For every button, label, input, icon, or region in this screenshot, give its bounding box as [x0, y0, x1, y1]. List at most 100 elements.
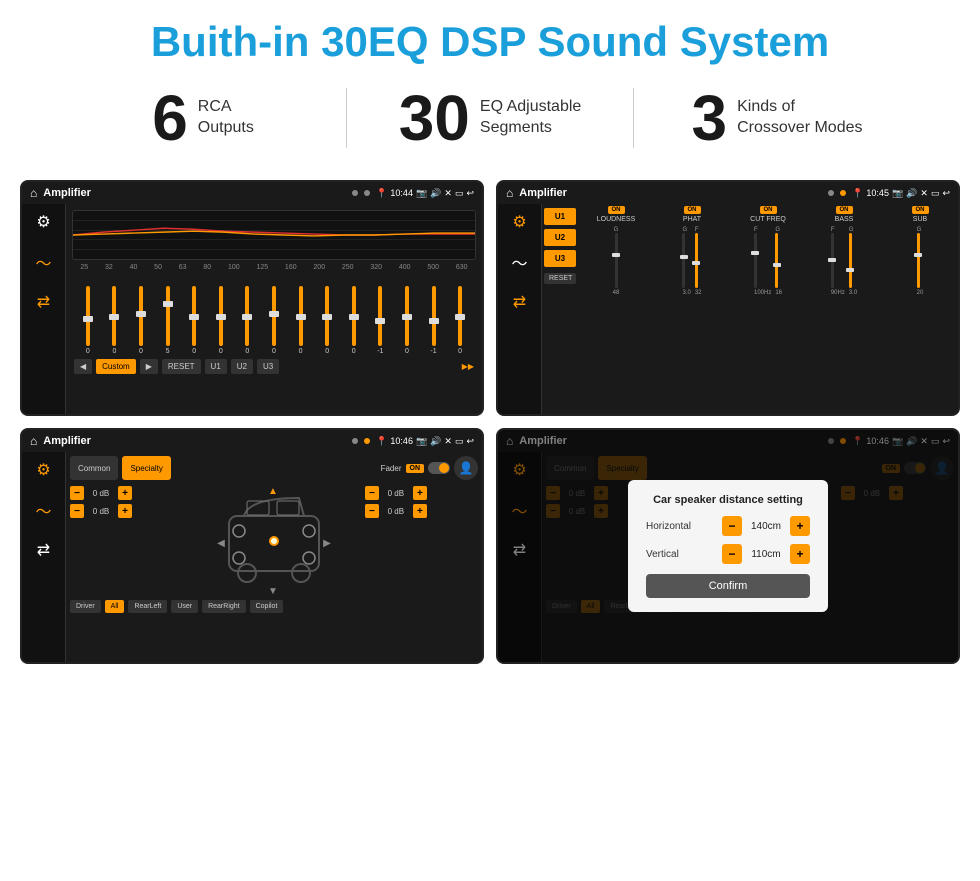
dist-screen-body: ⚙ 〜 ⇄ Common Specialty ON 👤	[498, 452, 958, 662]
stats-row: 6 RCA Outputs 30 EQ Adjustable Segments …	[0, 76, 980, 170]
fader-home-icon[interactable]: ⌂	[30, 434, 37, 448]
eq-slider-col-13[interactable]: -1	[422, 286, 446, 355]
cv-side-icon-3[interactable]: ⇄	[513, 292, 526, 312]
fader-minus-1[interactable]: −	[70, 486, 84, 500]
eq-chart	[72, 210, 476, 260]
cv-preset-u1[interactable]: U1	[544, 208, 576, 225]
fader-on-badge[interactable]: ON	[406, 464, 425, 473]
stat-text-eq: EQ Adjustable Segments	[480, 97, 581, 139]
cv-preset-u3[interactable]: U3	[544, 250, 576, 267]
eq-slider-col-9[interactable]: 0	[315, 286, 339, 355]
eq-vol-icon: 🔊	[430, 188, 441, 199]
eq-slider-track-9[interactable]	[325, 286, 329, 346]
eq-side-icon-2[interactable]: 〜	[35, 250, 51, 274]
cv-home-icon[interactable]: ⌂	[506, 186, 513, 200]
eq-x-icon: ✕	[444, 188, 452, 199]
fader-plus-2[interactable]: +	[118, 504, 132, 518]
page-header: Buith-in 30EQ DSP Sound System	[0, 0, 980, 76]
dialog-horizontal-plus[interactable]: +	[790, 516, 810, 536]
eq-slider-track-0[interactable]	[86, 286, 90, 346]
eq-slider-track-14[interactable]	[458, 286, 462, 346]
eq-slider-thumb-11	[375, 318, 385, 324]
eq-slider-track-4[interactable]	[192, 286, 196, 346]
eq-slider-track-8[interactable]	[299, 286, 303, 346]
eq-u1-btn[interactable]: U1	[205, 359, 227, 374]
eq-slider-val-12: 0	[405, 348, 409, 355]
fader-toggle[interactable]	[428, 462, 450, 474]
cv-preset-u2[interactable]: U2	[544, 229, 576, 246]
fader-tab-specialty[interactable]: Specialty	[122, 456, 170, 480]
fader-side-icon-1[interactable]: ⚙	[36, 460, 50, 480]
eq-slider-track-2[interactable]	[139, 286, 143, 346]
fader-plus-3[interactable]: +	[413, 486, 427, 500]
distance-screen: ⌂ Amplifier 📍 10:46 📷 🔊 ✕ ▭ ↩ ⚙ 〜 ⇄	[496, 428, 960, 664]
fader-side-icon-2[interactable]: 〜	[35, 498, 51, 522]
fader-side-icon-3[interactable]: ⇄	[37, 540, 50, 560]
eq-slider-track-3[interactable]	[166, 286, 170, 346]
eq-u2-btn[interactable]: U2	[231, 359, 253, 374]
eq-slider-col-6[interactable]: 0	[236, 286, 260, 355]
eq-slider-col-11[interactable]: -1	[369, 286, 393, 355]
eq-slider-track-11[interactable]	[378, 286, 382, 346]
eq-slider-col-7[interactable]: 0	[262, 286, 286, 355]
eq-slider-col-2[interactable]: 0	[129, 286, 153, 355]
eq-u3-btn[interactable]: U3	[257, 359, 279, 374]
eq-slider-track-5[interactable]	[219, 286, 223, 346]
dialog-horizontal-minus[interactable]: −	[722, 516, 742, 536]
eq-slider-track-13[interactable]	[432, 286, 436, 346]
fader-btn-driver[interactable]: Driver	[70, 600, 101, 613]
cv-reset-btn[interactable]: RESET	[544, 273, 576, 284]
cv-side-icon-1[interactable]: ⚙	[512, 212, 526, 232]
stat-text-crossover: Kinds of Crossover Modes	[737, 97, 862, 139]
eq-slider-col-10[interactable]: 0	[342, 286, 366, 355]
eq-slider-track-1[interactable]	[112, 286, 116, 346]
fader-plus-4[interactable]: +	[413, 504, 427, 518]
fader-tab-common[interactable]: Common	[70, 456, 118, 480]
cv-side-icon-2[interactable]: 〜	[511, 250, 527, 274]
eq-slider-track-6[interactable]	[245, 286, 249, 346]
eq-reset-btn[interactable]: RESET	[162, 359, 201, 374]
fader-app-title: Amplifier	[43, 435, 346, 447]
dialog-confirm-button[interactable]: Confirm	[646, 574, 810, 598]
eq-slider-track-7[interactable]	[272, 286, 276, 346]
eq-slider-col-0[interactable]: 0	[76, 286, 100, 355]
fader-minus-3[interactable]: −	[365, 486, 379, 500]
eq-slider-col-14[interactable]: 0	[448, 286, 472, 355]
fader-btn-copilot[interactable]: Copilot	[250, 600, 284, 613]
fader-screen-body: ⚙ 〜 ⇄ Common Specialty Fader ON	[22, 452, 482, 662]
fader-minus-2[interactable]: −	[70, 504, 84, 518]
eq-next-btn[interactable]: ▶	[140, 359, 158, 374]
cv-back-icon: ↩	[942, 188, 950, 199]
eq-slider-thumb-2	[136, 311, 146, 317]
fader-btn-rearright[interactable]: RearRight	[202, 600, 246, 613]
eq-slider-col-12[interactable]: 0	[395, 286, 419, 355]
eq-side-icon-1[interactable]: ⚙	[36, 212, 50, 232]
eq-bottom-bar[interactable]: ◀ Custom ▶ RESET U1 U2 U3 ▶▶	[72, 359, 476, 374]
eq-slider-thumb-12	[402, 314, 412, 320]
eq-slider-col-8[interactable]: 0	[289, 286, 313, 355]
dialog-vertical-minus[interactable]: −	[722, 544, 742, 564]
eq-preset-btn[interactable]: Custom	[96, 359, 136, 374]
eq-slider-col-5[interactable]: 0	[209, 286, 233, 355]
eq-slider-col-1[interactable]: 0	[103, 286, 127, 355]
fader-minus-4[interactable]: −	[365, 504, 379, 518]
dialog-vertical-ctrl: − 110cm +	[722, 544, 810, 564]
home-icon[interactable]: ⌂	[30, 186, 37, 200]
eq-slider-col-3[interactable]: 5	[156, 286, 180, 355]
fader-main-area: Common Specialty Fader ON 👤	[66, 452, 482, 662]
eq-slider-val-6: 0	[245, 348, 249, 355]
distance-dialog-overlay: Car speaker distance setting Horizontal …	[498, 430, 958, 662]
dialog-vertical-plus[interactable]: +	[790, 544, 810, 564]
eq-side-icon-3[interactable]: ⇄	[37, 292, 50, 312]
eq-slider-track-10[interactable]	[352, 286, 356, 346]
fader-plus-1[interactable]: +	[118, 486, 132, 500]
fader-btn-user[interactable]: User	[171, 600, 198, 613]
fader-db-val-4: 0 dB	[382, 507, 410, 516]
cv-screen-body: ⚙ 〜 ⇄ U1 U2 U3 RESET ON LOUDNESS	[498, 204, 958, 414]
fader-btn-rearleft[interactable]: RearLeft	[128, 600, 167, 613]
fader-btn-all[interactable]: All	[105, 600, 125, 613]
eq-prev-btn[interactable]: ◀	[74, 359, 92, 374]
eq-slider-col-4[interactable]: 0	[182, 286, 206, 355]
eq-slider-track-12[interactable]	[405, 286, 409, 346]
cv-dot2	[840, 190, 846, 196]
